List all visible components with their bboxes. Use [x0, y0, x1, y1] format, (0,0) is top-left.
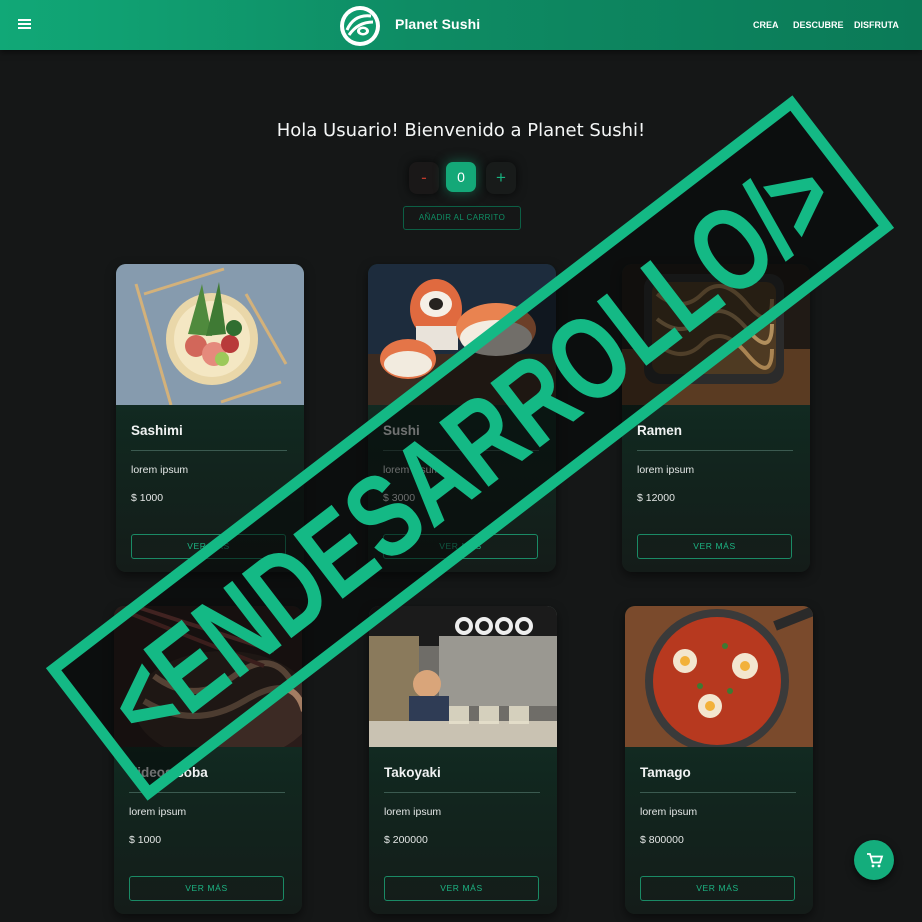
- ver-mas-button[interactable]: VER MÁS: [129, 876, 284, 901]
- ver-mas-button[interactable]: VER MÁS: [383, 534, 538, 559]
- card-description: lorem ipsum: [637, 464, 695, 476]
- card-divider: [129, 792, 285, 793]
- tamago-photo: [625, 606, 813, 747]
- cart-fab-button[interactable]: [854, 840, 894, 880]
- hamburger-menu-icon[interactable]: [18, 17, 36, 33]
- card-price: $ 1000: [129, 834, 162, 846]
- fideos-soba-photo: [114, 606, 302, 747]
- card-description: lorem ipsum: [640, 806, 698, 818]
- card-title: Tamago: [640, 765, 691, 780]
- card-description: lorem ipsum: [129, 806, 187, 818]
- card-price: $ 200000: [384, 834, 428, 846]
- product-card-ramen: Ramen lorem ipsum $ 12000 VER MÁS: [622, 264, 810, 572]
- card-title: Takoyaki: [384, 765, 441, 780]
- card-divider: [637, 450, 793, 451]
- card-description: lorem ipsum: [384, 806, 442, 818]
- product-card-tamago: Tamago lorem ipsum $ 800000 VER MÁS: [625, 606, 813, 914]
- card-description: lorem ipsum: [383, 464, 441, 476]
- product-card-takoyaki: Takoyaki lorem ipsum $ 200000 VER MÁS: [369, 606, 557, 914]
- card-price: $ 12000: [637, 492, 675, 504]
- takoyaki-photo: [369, 606, 557, 747]
- nav-link-disfruta[interactable]: DISFRUTA: [854, 20, 899, 30]
- card-title: Sushi: [383, 423, 420, 438]
- product-card-sushi: Sushi lorem ipsum $ 3000 VER MÁS: [368, 264, 556, 572]
- planet-sushi-logo[interactable]: [338, 4, 382, 48]
- ramen-photo: [622, 264, 810, 405]
- sashimi-photo: [116, 264, 304, 405]
- welcome-heading: Hola Usuario! Bienvenido a Planet Sushi!: [276, 120, 646, 141]
- card-price: $ 3000: [383, 492, 416, 504]
- card-divider: [384, 792, 540, 793]
- quantity-display: 0: [446, 162, 476, 192]
- card-price: $ 800000: [640, 834, 684, 846]
- card-description: lorem ipsum: [131, 464, 189, 476]
- card-divider: [383, 450, 539, 451]
- ver-mas-button[interactable]: VER MÁS: [384, 876, 539, 901]
- card-divider: [640, 792, 796, 793]
- card-title: Sashimi: [131, 423, 183, 438]
- ver-mas-button[interactable]: VER MÁS: [637, 534, 792, 559]
- shopping-cart-icon: [867, 853, 884, 868]
- card-title: Ramen: [637, 423, 683, 438]
- decrement-button[interactable]: -: [409, 162, 439, 194]
- brand-name[interactable]: Planet Sushi: [395, 16, 480, 32]
- ver-mas-button[interactable]: VER MÁS: [131, 534, 286, 559]
- card-divider: [131, 450, 287, 451]
- card-title: Fideos soba: [129, 765, 208, 780]
- product-card-sashimi: Sashimi lorem ipsum $ 1000 VER MÁS: [116, 264, 304, 572]
- nav-link-descubre[interactable]: DESCUBRE: [793, 20, 844, 30]
- sushi-photo: [368, 264, 556, 405]
- increment-button[interactable]: +: [486, 162, 516, 194]
- ver-mas-button[interactable]: VER MÁS: [640, 876, 795, 901]
- top-navbar: Planet Sushi CREA DESCUBRE DISFRUTA: [0, 0, 922, 50]
- card-price: $ 1000: [131, 492, 164, 504]
- add-to-cart-button[interactable]: AÑADIR AL CARRITO: [403, 206, 521, 230]
- nav-link-crea[interactable]: CREA: [753, 20, 779, 30]
- product-card-fideos-soba: Fideos soba lorem ipsum $ 1000 VER MÁS: [114, 606, 302, 914]
